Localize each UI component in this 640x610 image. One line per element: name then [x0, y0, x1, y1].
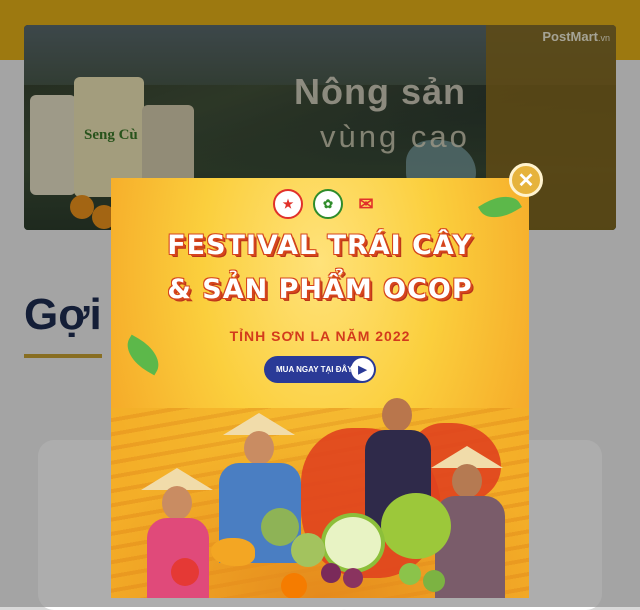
festival-headline-line1: FESTIVAL TRÁI CÂY	[167, 230, 473, 261]
plum-fruit	[343, 568, 363, 588]
close-popup-button[interactable]: ✕	[509, 163, 543, 197]
son-la-logo: ★	[273, 189, 303, 219]
strawberry-fruit	[171, 558, 199, 586]
mango-fruit	[211, 538, 255, 566]
close-icon: ✕	[517, 169, 535, 192]
festival-popup[interactable]: ★ ✿ ✉ FESTIVAL TRÁI CÂY & SẢN PHẨM OCOP …	[111, 178, 529, 598]
vietnam-post-logo: ✉	[358, 193, 374, 214]
buy-now-label: MUA NGAY TẠI ĐÂY	[276, 365, 353, 374]
buy-now-button[interactable]: MUA NGAY TẠI ĐÂY ▶	[264, 356, 376, 383]
custard-apple-fruit	[291, 533, 325, 567]
pomelo-fruit	[381, 493, 451, 559]
play-arrow-icon: ▶	[351, 358, 374, 381]
festival-headline-line2: & SẢN PHẨM OCOP	[167, 274, 473, 305]
orange-fruit	[281, 573, 307, 598]
partner-logos: ★ ✿ ✉	[266, 184, 386, 224]
lime-fruit	[399, 563, 421, 585]
farmers-association-logo: ✿	[313, 189, 343, 219]
plum-fruit	[321, 563, 341, 583]
lime-fruit	[423, 570, 445, 592]
festival-subtitle: TỈNH SƠN LA NĂM 2022	[229, 328, 411, 344]
